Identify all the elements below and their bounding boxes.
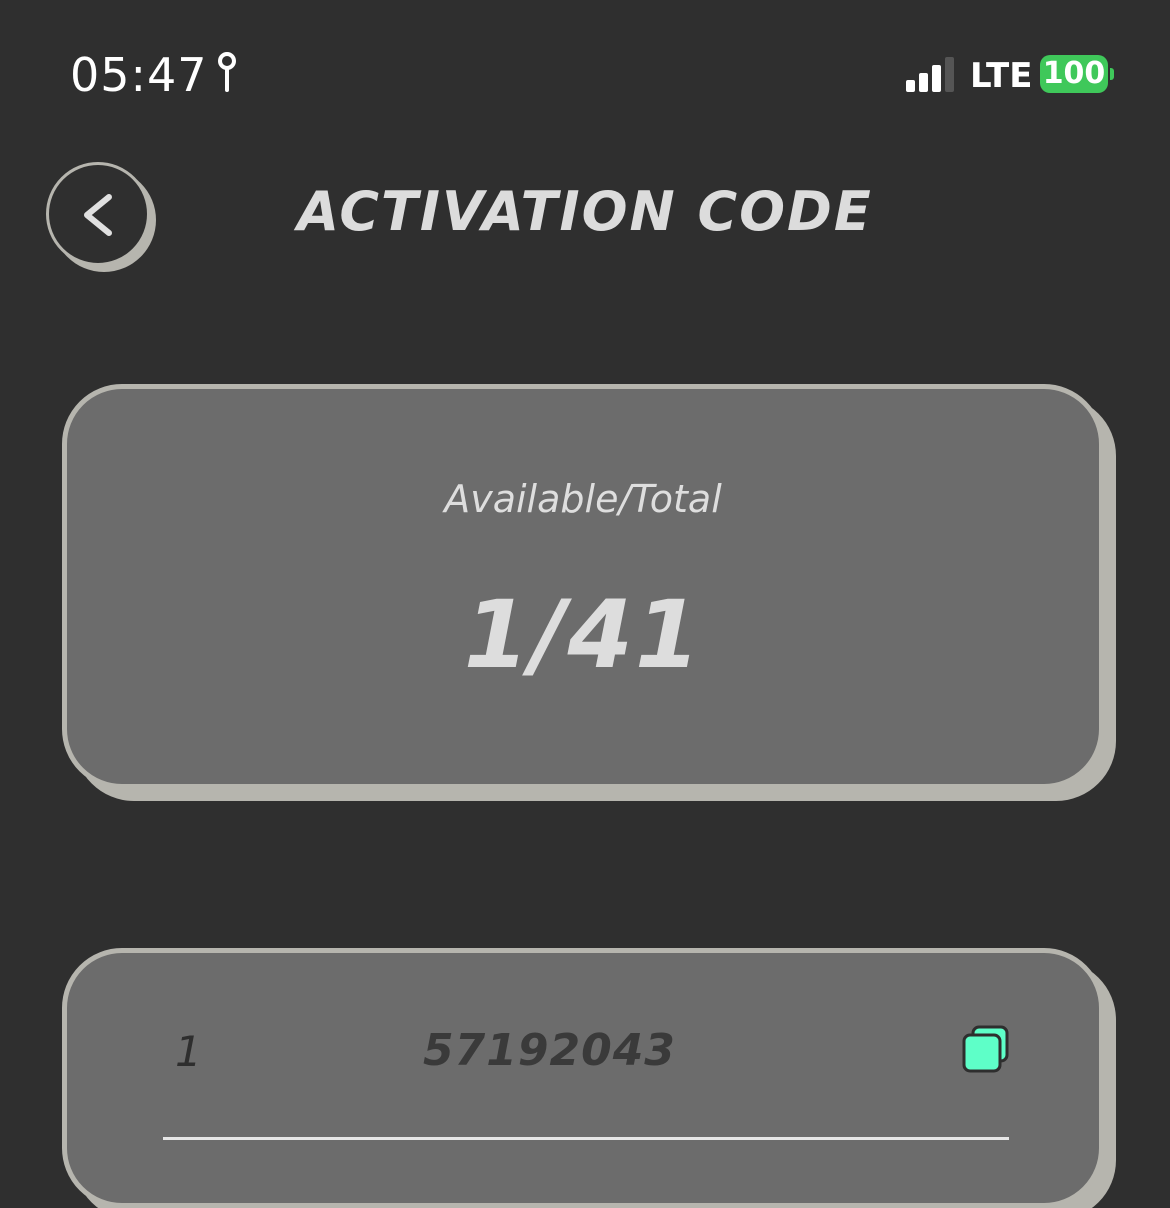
location-icon [216,52,238,94]
list-item: 1 57192043 [67,953,1099,1143]
network-type: LTE [970,56,1033,96]
copy-icon[interactable] [961,1025,1011,1075]
page-title: ACTIVATION CODE [297,180,873,243]
summary-card: Available/Total 1/41 [62,384,1104,789]
summary-value: 1/41 [463,581,703,690]
battery-icon: 100 [1040,55,1108,93]
status-bar: 05:47 LTE 100 [0,0,1170,150]
summary-label: Available/Total [444,477,722,521]
code-index: 1 [175,1027,202,1076]
activation-code[interactable]: 57192043 [423,1025,676,1076]
battery-tip [1110,68,1114,80]
codes-list: 1 57192043 [62,948,1104,1208]
row-divider [163,1137,1009,1140]
signal-icon [906,56,958,92]
status-time: 05:47 [70,48,208,102]
